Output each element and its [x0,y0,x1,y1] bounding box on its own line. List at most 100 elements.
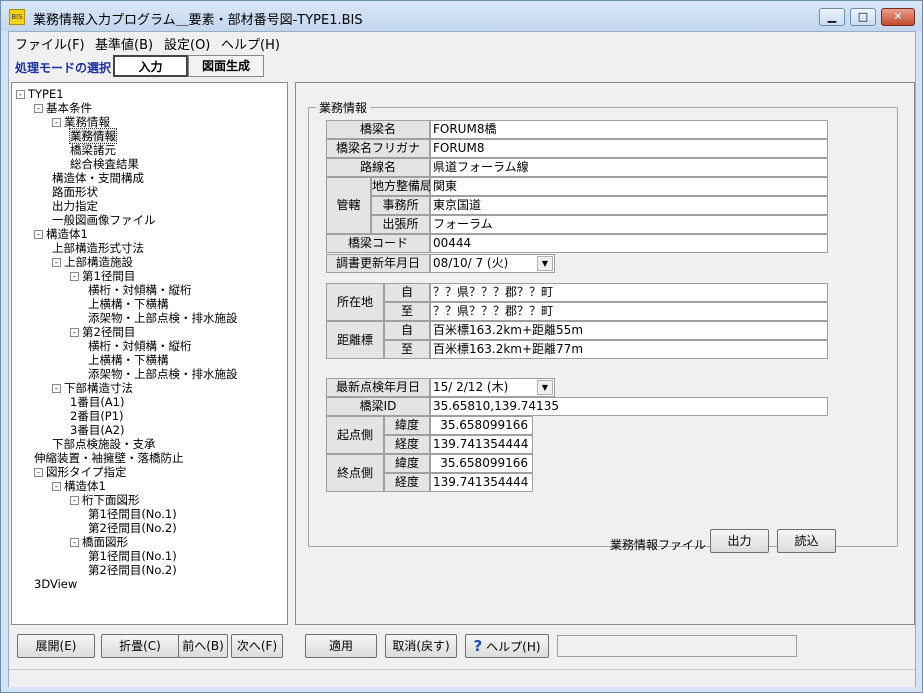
tree-node-label: 伸縮装置・袖擁壁・落橋防止 [34,451,184,465]
end-lat-field[interactable]: 35.658099166 [430,454,533,473]
tree-node[interactable]: 下部点検施設・支承 [52,437,156,451]
tree-node[interactable]: - 第2径間目 [70,325,135,339]
collapse-toggle-icon[interactable]: - [70,496,79,505]
tree-node[interactable]: 第1径間目(No.1) [88,549,177,563]
menu-standard-values[interactable]: 基準値(B) [95,34,153,53]
tree-node[interactable]: - 図形タイプ指定 [34,465,127,479]
collapse-toggle-icon[interactable]: - [52,384,61,393]
expand-button[interactable]: 展開(E) [17,634,95,658]
close-button[interactable]: ✕ [881,8,915,26]
window-title: 業務情報入力プログラム＿要素・部材番号図-TYPE1.BIS [33,13,363,28]
end-lat-label: 緯度 [384,454,430,473]
tree-node[interactable]: - 業務情報 [52,115,110,129]
tree-node[interactable]: 3DView [34,577,77,591]
title-bar[interactable]: BIS 業務情報入力プログラム＿要素・部材番号図-TYPE1.BIS ▁ □ ✕ [1,1,922,31]
next-button[interactable]: 次へ(F) [231,634,283,658]
collapse-toggle-icon[interactable]: - [70,538,79,547]
tree-node[interactable]: - TYPE1 [16,87,64,101]
tree-node[interactable]: 添架物・上部点検・排水施設 [88,311,238,325]
prev-button[interactable]: 前へ(B) [178,634,228,658]
bridge-name-field[interactable]: FORUM8橋 [430,120,828,139]
collapse-toggle-icon[interactable]: - [52,482,61,491]
maximize-button[interactable]: □ [850,8,876,26]
tree-node[interactable]: - 第1径間目 [70,269,135,283]
app-icon: BIS [9,9,25,25]
tree-node[interactable]: - 基本条件 [34,101,92,115]
updated-date-combo[interactable]: 08/10/ 7 (火) ▼ [430,254,555,273]
end-lon-field[interactable]: 139.741354444 [430,473,533,492]
tree-node[interactable]: - 橋面図形 [70,535,128,549]
tree-node[interactable]: 出力指定 [52,199,98,213]
tree-node[interactable]: 業務情報 [69,128,117,144]
mode-drawing-button[interactable]: 図面生成 [188,55,264,77]
furigana-field[interactable]: FORUM8 [430,139,828,158]
cancel-button[interactable]: 取消(戻す) [385,634,457,658]
collapse-toggle-icon[interactable]: - [70,272,79,281]
collapse-toggle-icon[interactable]: - [34,104,43,113]
chevron-down-icon[interactable]: ▼ [537,380,553,395]
help-icon: ? [473,637,483,655]
tree-node[interactable]: 一般図画像ファイル [52,213,156,227]
tree-node[interactable]: - 上部構造施設 [52,255,133,269]
minimize-button[interactable]: ▁ [819,8,845,26]
tree-node[interactable]: 横桁・対傾構・縦桁 [88,339,192,353]
tree-node[interactable]: - 構造体1 [34,227,88,241]
collapse-toggle-icon[interactable]: - [34,468,43,477]
tree-node[interactable]: 伸縮装置・袖擁壁・落橋防止 [34,451,184,465]
tree-node[interactable]: 上横構・下横構 [88,353,169,367]
tree-node[interactable]: 1番目(A1) [70,395,124,409]
tree-node-label: 橋面図形 [82,535,128,549]
collapse-button[interactable]: 折畳(C) [101,634,179,658]
output-button[interactable]: 出力 [710,529,769,553]
tree-node[interactable]: 3番目(A2) [70,423,124,437]
menu-file[interactable]: ファイル(F) [15,34,85,53]
bridge-name-label: 橋梁名 [326,120,430,139]
distance-from-field[interactable]: 百米標163.2km+距離55m [430,321,828,340]
tree-panel: - TYPE1- 基本条件 - 業務情報 業務情報 橋梁諸元 総合検査結果 構造体・支間構成 路面… [11,82,288,625]
location-to-field[interactable]: ？？県？？？郡？？町 [430,302,828,321]
tree-node[interactable]: 橋梁諸元 [70,143,116,157]
bridge-code-field[interactable]: 00444 [430,234,828,253]
tree-node[interactable]: - 構造体1 [52,479,106,493]
collapse-toggle-icon[interactable]: - [34,230,43,239]
bureau-field[interactable]: 関東 [430,177,828,196]
route-field[interactable]: 県道フォーラム線 [430,158,828,177]
tree-node[interactable]: 上横構・下横構 [88,297,169,311]
tree-node[interactable]: 第2径間目(No.2) [88,563,177,577]
mode-input-button[interactable]: 入力 [113,55,188,77]
apply-button[interactable]: 適用 [305,634,377,658]
location-from-field[interactable]: ？？県？？？郡？？町 [430,283,828,302]
office-field[interactable]: 東京国道 [430,196,828,215]
menu-settings[interactable]: 設定(O) [164,34,210,53]
tree-node[interactable]: 横桁・対傾構・縦桁 [88,283,192,297]
start-lon-field[interactable]: 139.741354444 [430,435,533,454]
tree-node[interactable]: - 下部構造寸法 [52,381,133,395]
end-side-label: 終点側 [326,454,384,492]
tree-node[interactable]: 総合検査結果 [70,157,139,171]
tree-node[interactable]: - 桁下面図形 [70,493,140,507]
tree-node[interactable]: 構造体・支間構成 [52,171,144,185]
collapse-toggle-icon[interactable]: - [16,90,25,99]
tree-node[interactable]: 第2径間目(No.2) [88,521,177,535]
inspection-date-combo[interactable]: 15/ 2/12 (木) ▼ [430,378,555,397]
group-title: 業務情報 [316,99,371,116]
branch-field[interactable]: フォーラム [430,215,828,234]
tree-node[interactable]: 第1径間目(No.1) [88,507,177,521]
tree-node[interactable]: 上部構造形式寸法 [52,241,144,255]
bridge-id-field[interactable]: 35.65810,139.74135 [430,397,828,416]
tree-node[interactable]: 2番目(P1) [70,409,124,423]
tree-node-label: 添架物・上部点検・排水施設 [88,311,238,325]
menu-help[interactable]: ヘルプ(H) [221,34,280,53]
distance-to-field[interactable]: 百米標163.2km+距離77m [430,340,828,359]
help-button[interactable]: ? ヘルプ(H) [465,634,549,658]
collapse-toggle-icon[interactable]: - [52,258,61,267]
tree-node[interactable]: 添架物・上部点検・排水施設 [88,367,238,381]
chevron-down-icon[interactable]: ▼ [537,256,553,271]
tree-node[interactable]: 路面形状 [52,185,98,199]
tree-node-label: 構造体1 [46,227,88,241]
tree-node-label: 第2径間目 [82,325,136,339]
start-lat-field[interactable]: 35.658099166 [430,416,533,435]
read-button[interactable]: 読込 [777,529,836,553]
collapse-toggle-icon[interactable]: - [52,118,61,127]
collapse-toggle-icon[interactable]: - [70,328,79,337]
